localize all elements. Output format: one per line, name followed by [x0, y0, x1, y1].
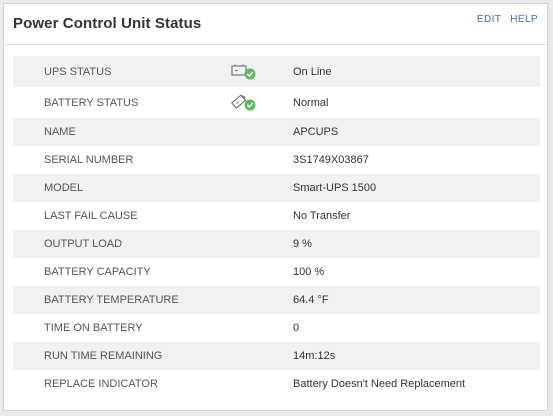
status-row-name: NAME APCUPS — [13, 118, 540, 146]
row-value: Smart-UPS 1500 — [293, 182, 377, 194]
panel-header: Power Control Unit Status EDIT HELP — [4, 4, 547, 45]
help-link[interactable]: HELP — [510, 14, 538, 25]
row-label: BATTERY STATUS — [44, 96, 139, 109]
battery-ok-icon — [230, 93, 257, 112]
status-row-output-load: OUTPUT LOAD 9 % — [13, 230, 540, 258]
row-label: BATTERY TEMPERATURE — [44, 294, 179, 306]
status-row-battery-status: BATTERY STATUS Normal — [13, 87, 540, 118]
row-label: OUTPUT LOAD — [44, 238, 123, 250]
status-row-replace-indicator: REPLACE INDICATOR Battery Doesn't Need R… — [13, 370, 540, 398]
header-links: EDIT HELP — [471, 14, 538, 25]
row-value: 3S1749X03867 — [293, 154, 369, 166]
row-label: REPLACE INDICATOR — [44, 378, 158, 390]
row-label: RUN TIME REMAINING — [44, 350, 163, 362]
row-value: No Transfer — [293, 210, 351, 222]
row-value: 14m:12s — [293, 350, 336, 362]
row-label: BATTERY CAPACITY — [44, 266, 151, 278]
power-control-unit-panel: Power Control Unit Status EDIT HELP UPS … — [3, 3, 548, 411]
panel-title: Power Control Unit Status — [13, 15, 202, 32]
row-label: TIME ON BATTERY — [44, 322, 143, 334]
row-label: SERIAL NUMBER — [44, 154, 134, 166]
row-label: NAME — [44, 126, 76, 138]
row-label: MODEL — [44, 182, 84, 194]
status-row-last-fail-cause: LAST FAIL CAUSE No Transfer — [13, 202, 540, 230]
row-value: 64.4 °F — [293, 294, 329, 306]
status-row-model: MODEL Smart-UPS 1500 — [13, 174, 540, 202]
status-row-battery-capacity: BATTERY CAPACITY 100 % — [13, 258, 540, 286]
row-value: Normal — [293, 96, 329, 109]
status-row-battery-temperature: BATTERY TEMPERATURE 64.4 °F — [13, 286, 540, 314]
row-value: 100 % — [293, 266, 325, 278]
status-row-serial-number: SERIAL NUMBER 3S1749X03867 — [13, 146, 540, 174]
status-row-ups-status: UPS STATUS On Line — [13, 56, 540, 87]
row-value: APCUPS — [293, 126, 339, 138]
row-label: UPS STATUS — [44, 65, 112, 78]
ups-plug-ok-icon — [231, 63, 257, 81]
status-row-run-time-remaining: RUN TIME REMAINING 14m:12s — [13, 342, 540, 370]
status-table: UPS STATUS On Line BATTERY STATUS Normal… — [13, 56, 540, 398]
row-value: 0 — [293, 322, 300, 334]
status-row-time-on-battery: TIME ON BATTERY 0 — [13, 314, 540, 342]
edit-link[interactable]: EDIT — [477, 14, 501, 25]
row-value: Battery Doesn't Need Replacement — [293, 378, 466, 390]
row-value: 9 % — [293, 238, 312, 250]
row-label: LAST FAIL CAUSE — [44, 210, 138, 222]
row-value: On Line — [293, 65, 332, 78]
